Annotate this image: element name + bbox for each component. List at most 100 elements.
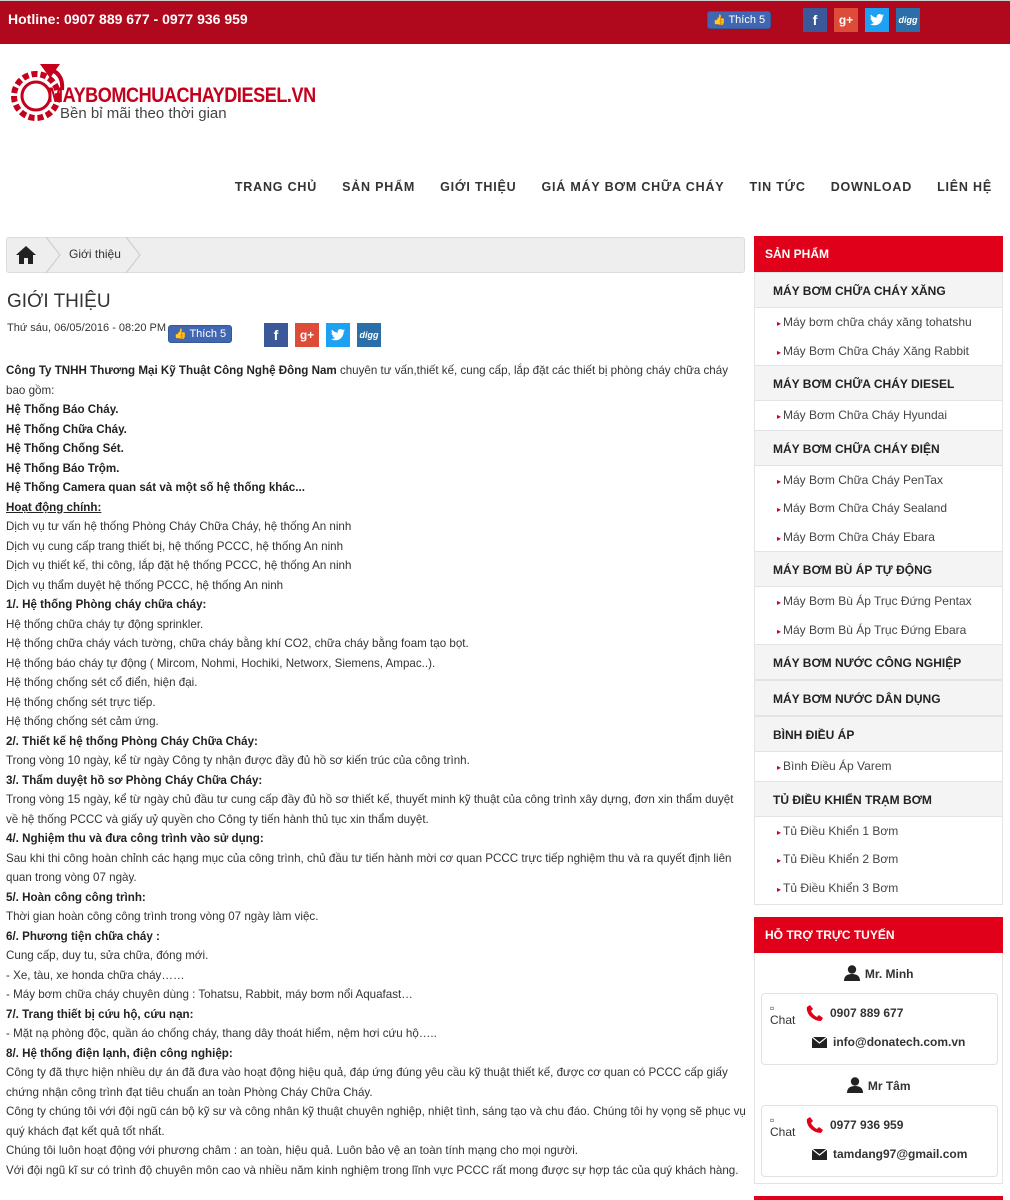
facebook-like-button[interactable]: 👍 Thích 5 [707,11,772,29]
sidebar-link[interactable]: ▸ Máy Bơm Chữa Cháy Hyundai [755,401,1002,430]
arrow-icon: ▸ [777,412,782,421]
section-heading: 2/. Thiết kế hệ thống Phòng Cháy Chữa Ch… [6,734,258,748]
sidebar-link[interactable]: ▸ Tủ Điều Khiển 2 Bơm [755,845,1002,874]
section-heading: 8/. Hệ thống điện lạnh, điện công nghiệp… [6,1046,233,1060]
main-nav: TRANG CHỦ SẢN PHẨM GIỚI THIỆU GIÁ MÁY BƠ… [210,180,992,194]
system-item: Hệ Thống Chữa Cháy. [6,422,127,436]
sidebar-link[interactable]: ▸ Tủ Điều Khiển 3 Bơm [755,874,1002,903]
sidebar-link[interactable]: ▸ Máy Bơm Chữa Cháy PenTax [755,466,1002,495]
supporter-card: ▫ Chat 0977 936 959 tamdang97@gmail.com [761,1105,998,1177]
system-item: Hệ Thống Báo Cháy. [6,403,119,416]
twitter-share-icon[interactable] [326,323,350,347]
googleplus-share-icon[interactable]: g+ [295,323,319,347]
thumbs-up-icon: 👍 [174,328,187,340]
section-heading: 5/. Hoàn công công trình: [6,890,146,904]
section-heading: 4/. Nghiệm thu và đưa công trình vào sử … [6,832,264,845]
arrow-icon: ▸ [777,347,782,357]
nav-contact[interactable]: LIÊN HỆ [937,180,992,194]
category-control-panels[interactable]: TỦ ĐIỀU KHIỂN TRẠM BƠM [755,780,1002,817]
section-item: Cung cấp, duy tu, sửa chữa, đóng mới. [6,949,209,962]
category-diesel-pumps[interactable]: MÁY BƠM CHỮA CHÁY DIESEL [755,365,1002,401]
category-booster-pumps[interactable]: MÁY BƠM BÙ ÁP TỰ ĐỘNG [755,551,1002,587]
section-heading: 1/. Hệ thống Phòng cháy chữa cháy: [6,598,207,611]
phone-icon [806,1005,823,1021]
arrow-icon: ▸ [777,884,782,894]
page-title: GIỚI THIỆU [7,291,111,312]
sidebar-link[interactable]: ▸ Máy Bơm Chữa Cháy Sealand [755,494,1002,523]
thumbs-up-icon: 👍 [713,14,726,26]
section-item: Hệ thống chống sét cổ điển, hiện đại. [6,676,198,689]
category-pressure-tanks[interactable]: BÌNH ĐIỀU ÁP [755,716,1002,752]
section-text: Trong vòng 15 ngày, kể từ ngày chủ đầu t… [6,793,734,826]
section-item: Với đội ngũ kĩ sư có trình độ chuyên môn… [6,1163,739,1177]
section-item: - Máy bơm chữa cháy chuyên dùng : Tohats… [6,988,413,1001]
nav-about[interactable]: GIỚI THIỆU [440,180,516,194]
section-text: Thời gian hoàn công công trình trong vòn… [6,910,319,923]
facebook-share-icon[interactable]: f [264,323,288,347]
system-item: Hệ Thống Báo Trộm. [6,461,120,475]
category-household-pumps[interactable]: MÁY BƠM NƯỚC DÂN DỤNG [755,680,1002,716]
sidebar-link[interactable]: ▸ Máy Bơm Bù Áp Trục Đứng Ebara [755,616,1002,645]
intro-paragraph: Công Ty TNHH Thương Mại Kỹ Thuật Công Ng… [6,364,728,397]
nav-products[interactable]: SẢN PHẨM [342,180,415,194]
arrow-icon: ▸ [777,856,782,865]
activity-item: Dịch vụ thẩm duyệt hệ thống PCCC, hệ thố… [6,578,284,592]
company-name: Công Ty TNHH Thương Mại Kỹ Thuật Công Ng… [6,364,337,377]
section-item: Hệ thống báo cháy tự động ( Mircom, Nohm… [6,656,436,670]
chat-status-icon[interactable]: ▫ Chat [770,1002,795,1026]
email-line[interactable]: tamdang97@gmail.com [812,1147,967,1161]
site-logo[interactable]: MAYBOMCHUACHAYDIESEL.VN Bền bỉ mãi theo … [10,55,316,135]
top-bar: Hotline: 0907 889 677 - 0977 936 959 👍 T… [0,0,1010,44]
section-item: Hệ thống chống sét trực tiếp. [6,695,156,709]
user-icon [847,1077,864,1093]
section-heading: 3/. Thẩm duyệt hồ sơ Phòng Cháy Chữa Chá… [6,773,263,787]
googleplus-share-icon[interactable]: g+ [834,8,858,32]
like-label: Thích 5 [728,14,766,26]
breadcrumb-separator-icon [45,237,61,273]
sidebar-link[interactable]: ▸ Tủ Điều Khiển 1 Bơm [755,817,1002,846]
arrow-icon: ▸ [777,763,782,772]
phone-icon [806,1117,823,1133]
section-text: Sau khi thi công hoàn chỉnh các hạng mục… [6,851,732,885]
arrow-icon: ▸ [777,533,782,543]
category-gasoline-pumps[interactable]: MÁY BƠM CHỮA CHÁY XĂNG [755,272,1002,308]
email-line[interactable]: info@donatech.com.vn [812,1035,965,1049]
sidebar-support-title: HỖ TRỢ TRỰC TUYẾN [754,917,1003,953]
section-item: Hệ thống chữa cháy vách tường, chữa cháy… [6,637,469,650]
activity-item: Dịch vụ tư vấn hệ thống Phòng Cháy Chữa … [6,520,352,533]
section-item: Công ty đã thực hiện nhiều dự án đã đưa … [6,1066,728,1099]
sidebar-link[interactable]: ▸ Máy Bơm Chữa Cháy Ebara [755,523,1002,552]
section-heading: 7/. Trang thiết bị cứu hộ, cứu nạn: [6,1007,194,1021]
breadcrumb-current[interactable]: Giới thiệu [69,247,121,261]
post-date: Thứ sáu, 06/05/2016 - 08:20 PM [7,322,167,334]
sidebar-products: MÁY BƠM CHỮA CHÁY XĂNG ▸ Máy bơm chữa chá… [754,272,1003,905]
envelope-icon [812,1036,827,1048]
activity-item: Dịch vụ thiết kế, thi công, lắp đặt hệ t… [6,559,352,572]
envelope-icon [812,1148,827,1160]
sidebar-products-title: SẢN PHẨM [754,236,1003,272]
digg-share-icon[interactable]: digg [896,8,920,32]
system-item: Hệ Thống Chống Sét. [6,442,124,455]
facebook-like-button[interactable]: 👍 Thích 5 [168,325,233,343]
category-industrial-pumps[interactable]: MÁY BƠM NƯỚC CÔNG NGHIỆP [755,644,1002,680]
sidebar-link[interactable]: ▸ Bình Điều Áp Varem [755,752,1002,781]
sidebar-link[interactable]: ▸ Máy Bơm Chữa Cháy Xăng Rabbit [755,337,1002,366]
home-icon[interactable] [15,245,37,265]
section-text: - Mặt nạ phòng độc, quần áo chống cháy, … [6,1027,437,1040]
facebook-share-icon[interactable]: f [803,8,827,32]
nav-home[interactable]: TRANG CHỦ [235,180,317,194]
nav-pump-prices[interactable]: GIÁ MÁY BƠM CHỮA CHÁY [541,180,724,194]
nav-download[interactable]: DOWNLOAD [831,180,912,194]
sidebar-link[interactable]: ▸ Máy bơm chữa cháy xăng tohatshu [755,308,1002,337]
nav-news[interactable]: TIN TỨC [749,180,805,194]
sidebar-link[interactable]: ▸ Máy Bơm Bù Áp Trục Đứng Pentax [755,587,1002,616]
category-electric-pumps[interactable]: MÁY BƠM CHỮA CHÁY ĐIỆN [755,429,1002,466]
phone-line[interactable]: 0977 936 959 [806,1116,903,1134]
digg-share-icon[interactable]: digg [357,323,381,347]
twitter-share-icon[interactable] [865,8,889,32]
supporter-card: ▫ Chat 0907 889 677 info@donatech.com.vn [761,993,998,1065]
phone-line[interactable]: 0907 889 677 [806,1004,903,1022]
chat-status-icon[interactable]: ▫ Chat [770,1114,795,1138]
section-heading: 6/. Phương tiện chữa cháy : [6,929,160,943]
breadcrumb-separator-icon [125,237,141,273]
